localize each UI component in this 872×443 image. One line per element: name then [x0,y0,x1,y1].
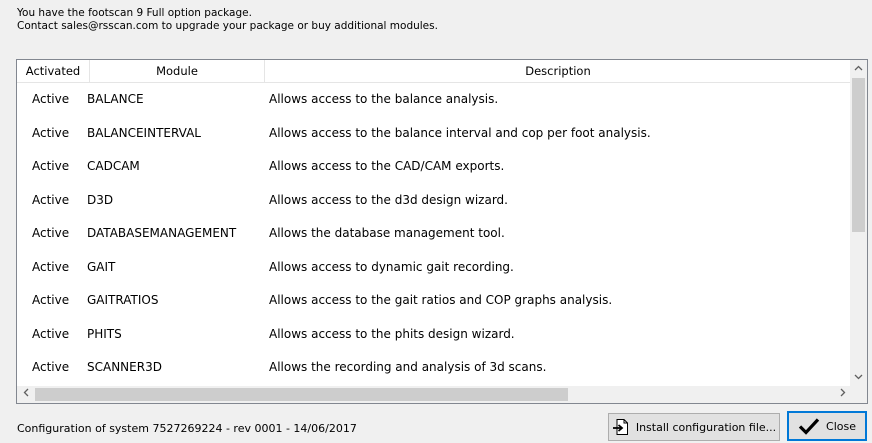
table-row[interactable]: Active DATABASEMANAGEMENT Allows the dat… [17,217,851,251]
table-row[interactable]: Active BALANCE Allows access to the bala… [17,83,851,117]
description-cell: Allows the recording and analysis of 3d … [269,360,547,374]
package-info-line1: You have the footscan 9 Full option pack… [17,7,252,19]
column-header-module[interactable]: Module [90,60,265,82]
close-button-label: Close [826,419,856,433]
module-cell: PHITS [87,326,122,341]
module-cell: GAIT [87,259,116,274]
status-cell: Active [32,92,70,106]
table-body: Active BALANCE Allows access to the bala… [17,83,851,385]
status-cell: Active [32,259,70,274]
description-cell: Allows the database management tool. [269,226,505,240]
status-cell: Active [32,192,70,207]
description-cell: Allows access to the CAD/CAM exports. [269,159,505,173]
module-cell: BALANCEINTERVAL [87,125,201,140]
chevron-up-icon[interactable] [850,60,867,77]
status-cell: Active [32,159,70,173]
table-row[interactable]: Active GAIT Allows access to dynamic gai… [17,251,851,285]
install-button-label: Install configuration file... [635,420,777,434]
module-cell: DATABASEMANAGEMENT [87,226,237,240]
checkmark-icon [798,417,820,435]
module-cell: CADCAM [87,159,140,173]
module-cell: D3D [87,192,114,207]
vertical-scrollbar[interactable] [850,60,867,386]
status-cell: Active [32,125,70,140]
scrollbar-corner [850,386,867,403]
description-cell: Allows access to the phits design wizard… [269,326,515,341]
modules-table[interactable]: Activated Module Description Active BALA… [16,59,868,404]
chevron-down-icon[interactable] [850,369,867,386]
chevron-left-icon[interactable] [17,386,34,403]
status-cell: Active [32,360,70,374]
table-row[interactable]: Active SCANNER3D Allows the recording an… [17,351,851,385]
close-button[interactable]: Close [787,411,867,441]
table-row[interactable]: Active GAITRATIOS Allows access to the g… [17,284,851,318]
install-configuration-button[interactable]: Install configuration file... [608,413,780,441]
table-row[interactable]: Active BALANCEINTERVAL Allows access to … [17,117,851,151]
vertical-scroll-thumb[interactable] [852,78,865,232]
horizontal-scrollbar[interactable] [17,386,851,403]
package-info-line2: Contact sales@rsscan.com to upgrade your… [17,20,438,32]
column-header-activated[interactable]: Activated [17,60,90,82]
description-cell: Allows access to the balance analysis. [269,92,499,106]
status-cell: Active [32,293,70,307]
chevron-right-icon[interactable] [834,386,851,403]
table-row[interactable]: Active CADCAM Allows access to the CAD/C… [17,150,851,184]
status-cell: Active [32,226,70,240]
description-cell: Allows access to the d3d design wizard. [269,192,508,207]
import-file-icon [612,418,630,436]
module-cell: BALANCE [87,92,144,106]
table-row[interactable]: Active PHITS Allows access to the phits … [17,318,851,352]
status-cell: Active [32,326,70,341]
table-row[interactable]: Active D3D Allows access to the d3d desi… [17,184,851,218]
horizontal-scroll-thumb[interactable] [35,388,568,401]
description-cell: Allows access to the gait ratios and COP… [269,293,613,307]
package-info: You have the footscan 9 Full option pack… [17,7,438,33]
table-header: Activated Module Description [17,60,851,83]
description-cell: Allows access to dynamic gait recording. [269,259,514,274]
column-header-description[interactable]: Description [265,60,851,82]
module-cell: GAITRATIOS [87,293,159,307]
module-cell: SCANNER3D [87,360,162,374]
configuration-info: Configuration of system 7527269224 - rev… [17,422,357,435]
description-cell: Allows access to the balance interval an… [269,125,651,140]
